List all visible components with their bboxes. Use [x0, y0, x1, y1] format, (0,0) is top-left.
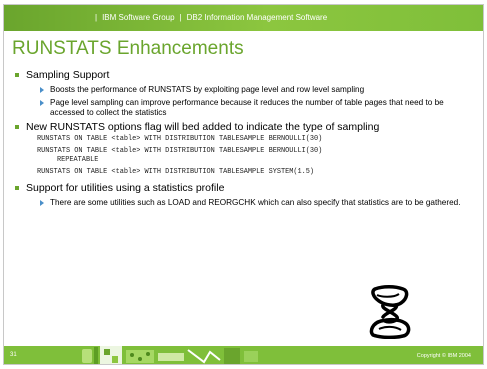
sub-bullet: Page level sampling can improve performa… — [13, 98, 478, 118]
slide-content: Sampling Support Boosts the performance … — [13, 69, 478, 208]
header-separator: | — [95, 13, 98, 22]
page-number: 31 — [10, 352, 17, 358]
header-text: | IBM Software Group | DB2 Information Mana… — [90, 13, 327, 22]
bullet-sampling-support: Sampling Support — [13, 69, 478, 82]
slide: | IBM Software Group | DB2 Information Mana… — [3, 4, 484, 365]
header-bar: | IBM Software Group | DB2 Information Mana… — [4, 5, 483, 31]
header-group: IBM Software Group — [102, 13, 175, 22]
bullet-runstats-options: New RUNSTATS options flag will bed added… — [13, 121, 478, 134]
hourglass-logo-icon — [369, 285, 411, 339]
footer-bar: 31 Copyright © IBM 2004 — [4, 346, 483, 364]
bullet-statistics-profile: Support for utilities using a statistics… — [13, 182, 478, 195]
sub-bullet: Boosts the performance of RUNSTATS by ex… — [13, 85, 478, 95]
footer-decoration — [82, 346, 258, 364]
code-line: RUNSTATS ON TABLE <table> WITH DISTRIBUT… — [37, 168, 315, 176]
header-separator: | — [179, 13, 182, 22]
copyright-text: Copyright © IBM 2004 — [416, 353, 471, 359]
code-line: RUNSTATS ON TABLE <table> WITH DISTRIBUT… — [37, 135, 323, 143]
code-line: REPEATABLE — [57, 156, 99, 164]
code-line: RUNSTATS ON TABLE <table> WITH DISTRIBUT… — [37, 147, 323, 155]
slide-title: RUNSTATS Enhancements — [12, 38, 244, 59]
sub-bullet: There are some utilities such as LOAD an… — [13, 198, 478, 208]
header-product: DB2 Information Management Software — [186, 13, 328, 22]
